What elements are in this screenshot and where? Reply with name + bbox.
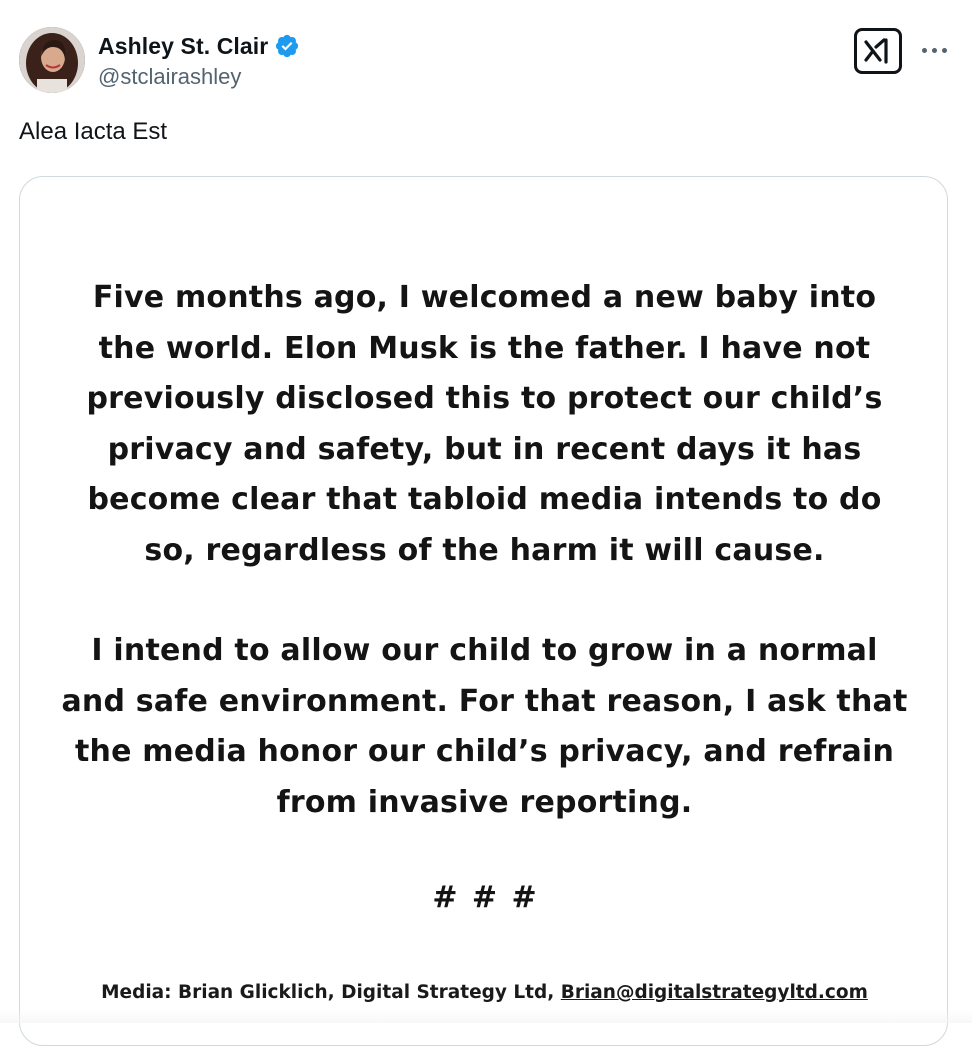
handle[interactable]: @stclairashley [98,64,300,90]
statement-paragraph-1: Five months ago, I welcomed a new baby i… [20,273,947,576]
media-contact-email: Brian@digitalstrategyltd.com [560,982,868,1003]
statement-line: become clear that tabloid media intends … [87,482,882,517]
statement-line: Five months ago, I welcomed a new baby i… [92,280,877,315]
avatar-image [19,27,85,93]
tweet-text: Alea Iacta Est [19,118,168,145]
more-dot [921,47,927,53]
display-name[interactable]: Ashley St. Clair [98,33,268,60]
statement-line: privacy and safety, but in recent days i… [107,431,862,467]
statement-line: the world. Elon Musk is the father. I ha… [98,330,871,366]
bottom-fade [0,1009,972,1023]
name-row: Ashley St. Clair [98,30,300,62]
media-contact: Media: Brian Glicklich, Digital Strategy… [20,982,947,1003]
avatar[interactable] [19,27,85,93]
statement-separator: # # # [432,880,537,915]
statement-line: from invasive reporting. [276,784,693,820]
statement-line: previously disclosed this to protect our… [86,381,883,416]
more-dot [941,47,947,53]
statement-line: I intend to allow our child to grow in a… [91,633,878,668]
user-info: Ashley St. Clair @stclairashley [98,30,300,90]
more-options-icon[interactable] [914,38,954,62]
statement-line: the media honor our child’s privacy, and… [75,734,894,769]
statement-line: so, regardless of the harm it will cause… [144,532,825,568]
more-dot [931,47,937,53]
verified-badge-icon[interactable] [274,33,300,59]
tweet-image[interactable]: Five months ago, I welcomed a new baby i… [19,176,948,1046]
tweet: Ashley St. Clair @stclairashley Alea Iac… [0,0,972,1046]
statement-line: and safe environment. For that reason, I… [61,683,908,719]
grok-icon [864,38,888,64]
grok-button[interactable] [854,28,902,74]
statement-paragraph-2: I intend to allow our child to grow in a… [20,626,947,828]
media-contact-text: Media: Brian Glicklich, Digital Strategy… [101,982,561,1003]
